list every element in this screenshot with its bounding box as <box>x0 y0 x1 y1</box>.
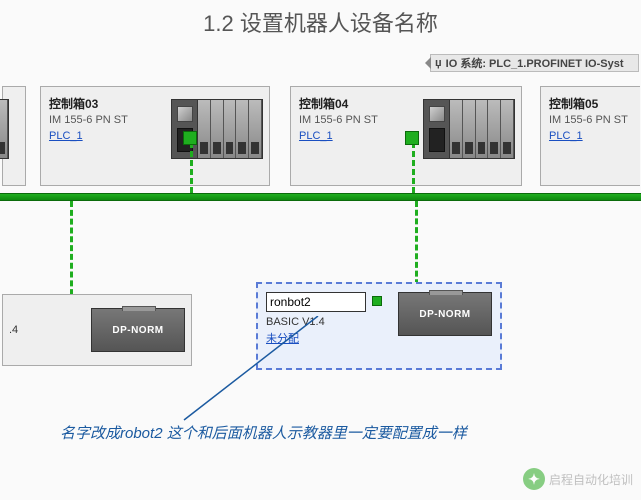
rack-icon <box>423 99 515 159</box>
wechat-icon: ✦ <box>523 468 545 490</box>
plc-link[interactable]: PLC_1 <box>549 130 583 142</box>
unassigned-link[interactable]: 未分配 <box>266 330 299 346</box>
plc-link[interactable]: PLC_1 <box>299 130 333 142</box>
dp-norm-module-icon: DP-NORM <box>398 292 492 336</box>
device-version: BASIC V1.4 <box>266 316 390 328</box>
input-valid-icon <box>372 296 382 306</box>
watermark-text: 启程自动化培训 <box>549 471 633 488</box>
dp-norm-device-left[interactable]: .4 DP-NORM <box>2 294 192 366</box>
rack-icon <box>0 99 9 159</box>
io-system-label: IO 系统: PLC_1.PROFINET IO-Syst <box>446 55 624 71</box>
bus-drop <box>190 142 193 193</box>
bus-port-icon <box>183 131 197 145</box>
watermark: ✦ 启程自动化培训 <box>523 468 633 490</box>
bus-drop <box>415 201 418 294</box>
dp-norm-module-icon: DP-NORM <box>91 308 185 352</box>
bus-drop <box>412 142 415 193</box>
profinet-bus <box>0 193 641 201</box>
panel-title: 控制箱05 <box>549 95 632 112</box>
bus-drop <box>70 201 73 304</box>
robot-device-selected[interactable]: BASIC V1.4 未分配 DP-NORM <box>256 282 502 370</box>
rack-icon <box>171 99 263 159</box>
control-box-03[interactable]: 控制箱03 IM 155-6 PN ST PLC_1 <box>40 86 270 186</box>
bus-port-icon <box>405 131 419 145</box>
control-box-05[interactable]: 控制箱05 IM 155-6 PN ST PLC_1 <box>540 86 640 186</box>
plc-link[interactable]: PLC_1 <box>49 130 83 142</box>
pin-icon: џ <box>435 57 442 69</box>
panel-sub: IM 155-6 PN ST <box>549 114 632 126</box>
annotation-note: 名字改成robot2 这个和后面机器人示教器里一定要配置成一样 <box>60 424 580 444</box>
dp-left-suffix: .4 <box>9 324 18 336</box>
device-name-input[interactable] <box>266 292 366 312</box>
panel-partial-left <box>2 86 26 186</box>
io-system-bar: џ IO 系统: PLC_1.PROFINET IO-Syst <box>430 54 639 72</box>
page-title: 1.2 设置机器人设备名称 <box>0 0 641 52</box>
